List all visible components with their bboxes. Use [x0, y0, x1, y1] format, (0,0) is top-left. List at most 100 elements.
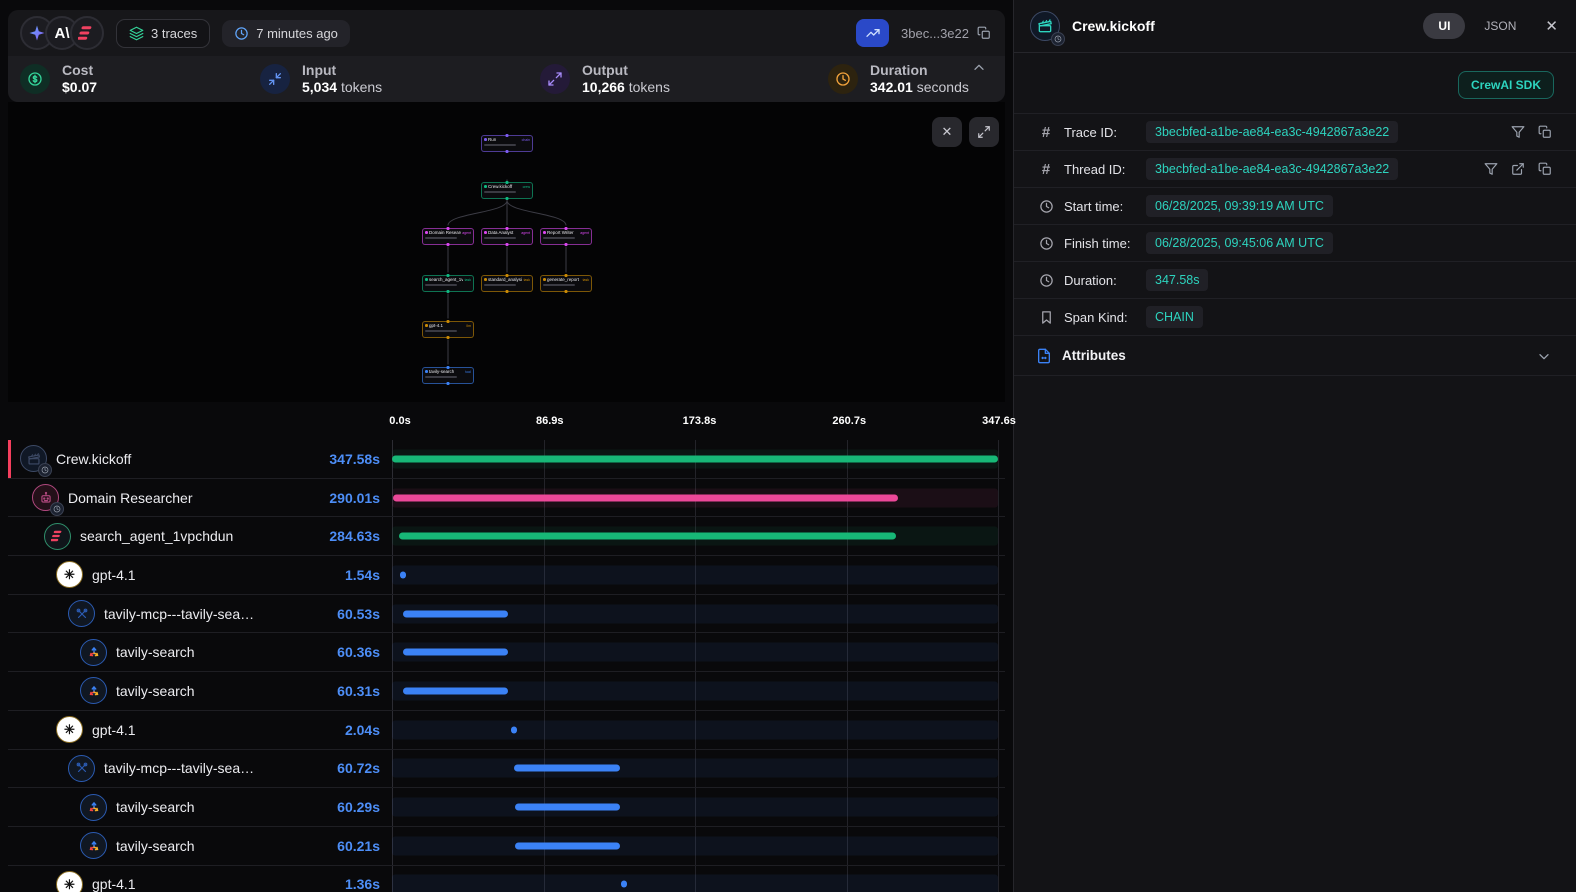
span-row[interactable]: ✳ gpt-4.1 2.04s [8, 711, 1005, 750]
tavily-icon [80, 832, 107, 859]
span-duration: 1.36s [345, 876, 380, 892]
field-value: CHAIN [1146, 306, 1203, 328]
graph-node[interactable]: search_agent_1vpchdun task [422, 275, 474, 292]
span-duration: 60.36s [337, 644, 380, 660]
span-row[interactable]: tavily-search 60.36s [8, 633, 1005, 672]
span-row[interactable]: ✳ gpt-4.1 1.54s [8, 556, 1005, 595]
graph-node[interactable]: Domain Researcher agent [422, 228, 474, 245]
graph-node[interactable]: generate_report task [540, 275, 592, 292]
graph-node[interactable]: standard_analysis task [481, 275, 533, 292]
hash-icon: # [1042, 162, 1050, 177]
graph-node-badge: task [583, 278, 589, 282]
field-row: Span Kind: CHAIN [1014, 299, 1576, 336]
tavily-icon [87, 645, 101, 659]
bookmark-icon [1039, 310, 1054, 325]
span-row[interactable]: search_agent_1vpchdun 284.63s [8, 517, 1005, 556]
span-detail-panel: Crew.kickoff UIJSON ✕ CrewAI SDK # Trace… [1014, 0, 1576, 892]
span-row[interactable]: tavily-search 60.21s [8, 827, 1005, 866]
filter-icon[interactable] [1511, 125, 1525, 139]
span-row[interactable]: tavily-search 60.31s [8, 672, 1005, 711]
span-row[interactable]: Crew.kickoff 347.58s [8, 440, 1005, 479]
trace-chart-button[interactable] [856, 19, 889, 47]
span-track [392, 750, 998, 788]
clapperboard-icon [20, 445, 47, 472]
copy-trace-id-button[interactable] [977, 26, 991, 40]
clock-badge-icon [38, 463, 52, 477]
span-bar[interactable] [400, 571, 406, 578]
sdk-badge[interactable]: CrewAI SDK [1458, 71, 1554, 99]
span-bar[interactable] [403, 687, 508, 694]
field-value: 3becbfed-a1be-ae84-ea3c-4942867a3e22 [1146, 121, 1398, 143]
field-value: 06/28/2025, 09:45:06 AM UTC [1146, 232, 1333, 254]
filter-icon [1484, 162, 1498, 176]
trace-summary-card: A\ 3 traces 7 minutes ago 3bec...3e22 Co… [8, 10, 1005, 102]
avatar-crewai-logo-icon[interactable] [70, 16, 104, 50]
span-bar[interactable] [399, 533, 895, 540]
span-bar[interactable] [393, 494, 899, 501]
filter-icon[interactable] [1484, 162, 1498, 176]
arrows-out-icon [547, 71, 563, 87]
copy-icon[interactable] [1538, 162, 1552, 176]
graph-node-label: Crew.kickoff [488, 184, 521, 189]
sparkle-icon [28, 24, 46, 42]
sdk-badge-row: CrewAI SDK [1014, 53, 1576, 114]
metric-output: Output 10,266 tokens [540, 62, 828, 97]
collapse-metrics-button[interactable] [971, 60, 987, 76]
span-bar[interactable] [621, 881, 627, 888]
openai-icon: ✳ [64, 568, 75, 581]
span-bar[interactable] [515, 804, 620, 811]
graph-node[interactable]: tavily-search tool [422, 367, 474, 384]
span-row[interactable]: tavily-search 60.29s [8, 788, 1005, 827]
metric-value: 5,034 tokens [302, 79, 382, 97]
clapperboard-icon [1037, 18, 1053, 34]
trace-graph-canvas[interactable]: ✕ Run chain Crew.kickoff crew Domain Res… [8, 102, 1005, 402]
span-track [392, 633, 998, 671]
graph-close-button[interactable]: ✕ [932, 117, 962, 147]
span-row[interactable]: tavily-mcp---tavily-sea… 60.53s [8, 595, 1005, 634]
anthropic-icon: A\ [55, 26, 70, 41]
tavily-icon [80, 794, 107, 821]
span-bar[interactable] [392, 455, 998, 462]
graph-node[interactable]: gpt-4.1 llm [422, 321, 474, 338]
toggle-json[interactable]: JSON [1469, 13, 1531, 39]
trace-main: A\ 3 traces 7 minutes ago 3bec...3e22 Co… [0, 0, 1014, 892]
span-row[interactable]: ✳ gpt-4.1 1.36s [8, 866, 1005, 892]
layers-icon [129, 26, 144, 41]
span-row[interactable]: Domain Researcher 290.01s [8, 479, 1005, 518]
clock-badge-icon [1051, 32, 1065, 46]
span-bar[interactable] [515, 842, 620, 849]
graph-expand-button[interactable] [969, 117, 999, 147]
span-duration: 284.63s [329, 528, 380, 544]
attributes-section-toggle[interactable]: Attributes [1014, 336, 1576, 376]
field-label: Finish time: [1064, 236, 1146, 251]
graph-node-label: Run [488, 137, 520, 142]
graph-node[interactable]: Crew.kickoff crew [481, 182, 533, 199]
layers-icon [129, 26, 144, 41]
graph-node[interactable]: Data Analyst agent [481, 228, 533, 245]
graph-node[interactable]: Run chain [481, 135, 533, 152]
span-bar[interactable] [514, 765, 620, 772]
clock-icon [53, 505, 61, 513]
span-bar[interactable] [511, 726, 517, 733]
external-link-icon[interactable] [1511, 162, 1525, 176]
copy-icon[interactable] [1538, 125, 1552, 139]
toggle-ui[interactable]: UI [1423, 13, 1465, 39]
tavily-icon [87, 839, 101, 853]
span-duration: 60.31s [337, 683, 380, 699]
trace-viewer: A\ 3 traces 7 minutes ago 3bec...3e22 Co… [0, 0, 1576, 892]
tavily-icon [80, 639, 107, 666]
panel-close-button[interactable]: ✕ [1545, 17, 1558, 35]
metric-cost: Cost $0.07 [20, 62, 260, 97]
span-row[interactable]: tavily-mcp---tavily-sea… 60.72s [8, 750, 1005, 789]
provider-avatars: A\ [20, 16, 104, 50]
tavily-icon [87, 800, 101, 814]
span-bar[interactable] [403, 610, 509, 617]
span-name: tavily-search [116, 644, 329, 660]
metric-label: Duration [870, 62, 969, 80]
traces-count-pill[interactable]: 3 traces [116, 19, 210, 48]
field-value: 3becbfed-a1be-ae84-ea3c-4942867a3e22 [1146, 158, 1398, 180]
external-link-icon [1511, 162, 1525, 176]
span-bar[interactable] [403, 649, 508, 656]
metric-label: Cost [62, 62, 97, 80]
graph-node[interactable]: Report Writer agent [540, 228, 592, 245]
